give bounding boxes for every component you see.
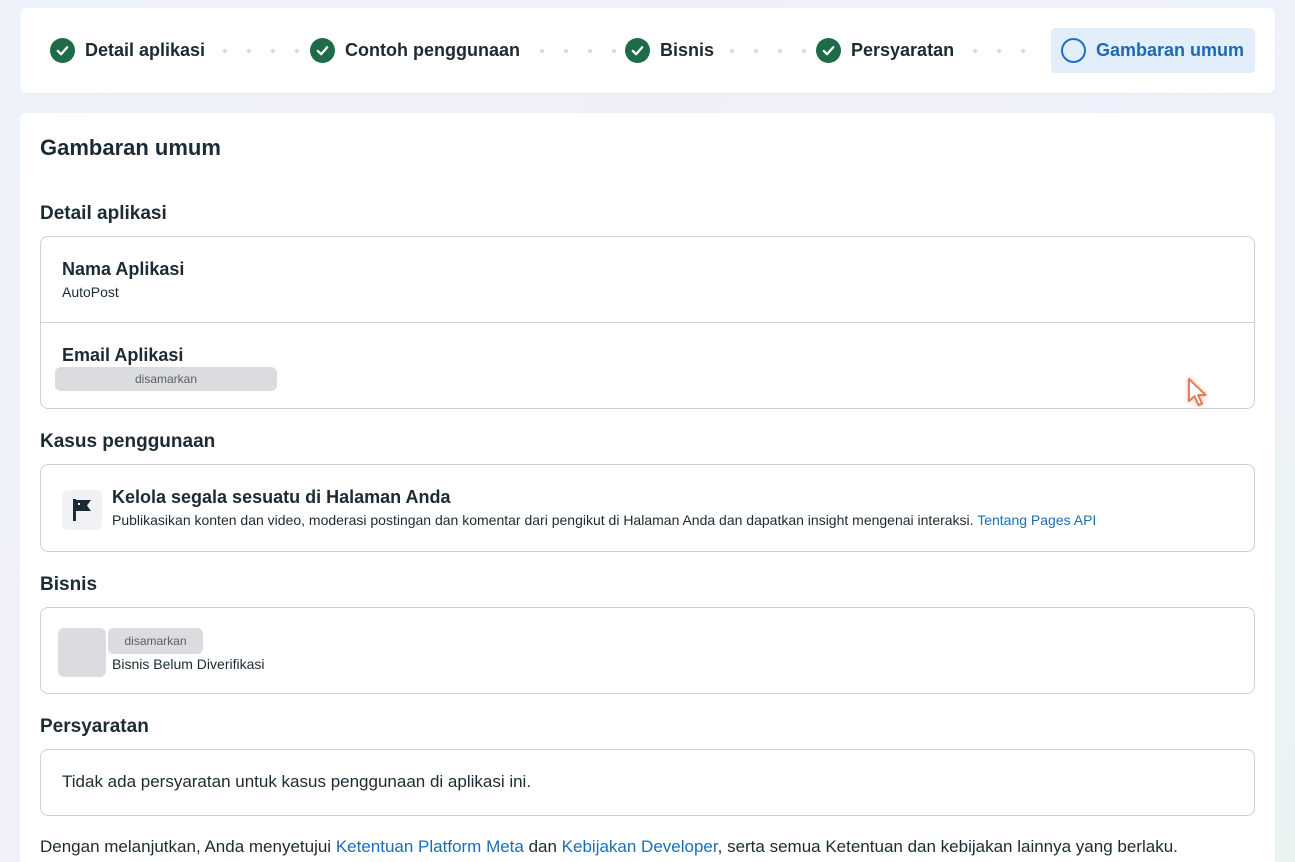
app-email-value: disamarkan [55,367,277,391]
checkmark-icon [50,38,75,63]
step-connector [223,49,299,53]
business-name: disamarkan [108,628,203,654]
step-label: Persyaratan [851,40,955,60]
step-label: Gambaran umum [1096,40,1245,60]
use-case-description-text: Publikasikan konten dan video, moderasi … [112,512,974,528]
use-case-card: Kelola segala sesuatu di Halaman Anda Pu… [40,464,1255,552]
step-label: Bisnis [660,40,715,60]
terms-notice: Dengan melanjutkan, Anda menyetujui Kete… [40,837,1178,857]
step-bisnis[interactable]: Bisnis [625,28,714,73]
business-card: disamarkan Bisnis Belum Diverifikasi [40,607,1255,694]
step-label: Contoh penggunaan [345,40,520,60]
section-title-business: Bisnis [40,574,98,595]
requirements-card: Tidak ada persyaratan untuk kasus penggu… [40,749,1255,816]
business-status: Bisnis Belum Diverifikasi [112,656,265,672]
step-connector [540,49,616,53]
section-title-requirements: Persyaratan [40,716,149,737]
step-contoh-penggunaan[interactable]: Contoh penggunaan [310,28,520,73]
step-label: Detail aplikasi [85,40,206,60]
app-email-label: Email Aplikasi [62,345,184,365]
section-title-use-case: Kasus penggunaan [40,431,216,452]
terms-text-after: , serta semua Ketentuan dan kebijakan la… [717,837,1178,856]
step-connector [730,49,806,53]
step-gambaran-umum[interactable]: Gambaran umum [1051,28,1255,73]
app-name-label: Nama Aplikasi [62,259,185,279]
step-detail-aplikasi[interactable]: Detail aplikasi [50,28,205,73]
step-connector [973,49,1025,53]
developer-policy-link[interactable]: Kebijakan Developer [562,837,718,856]
flag-icon [62,490,102,530]
step-persyaratan[interactable]: Persyaratan [816,28,954,73]
terms-text-middle: dan [523,837,562,856]
current-step-icon [1061,38,1086,63]
platform-terms-link[interactable]: Ketentuan Platform Meta [336,837,524,856]
requirements-text: Tidak ada persyaratan untuk kasus penggu… [62,772,532,791]
app-details-card: Nama Aplikasi AutoPost Email Aplikasi di… [40,236,1255,409]
progress-stepper: Detail aplikasi Contoh penggunaan Bisnis… [20,8,1275,93]
mouse-cursor-icon [1188,378,1207,406]
app-name-value: AutoPost [62,284,119,300]
pages-api-link[interactable]: Tentang Pages API [977,512,1096,528]
use-case-title: Kelola segala sesuatu di Halaman Anda [112,487,451,507]
divider [41,322,1254,323]
overview-panel: Gambaran umum Detail aplikasi Nama Aplik… [20,113,1275,862]
checkmark-icon [816,38,841,63]
page-title: Gambaran umum [40,135,221,160]
terms-text-before: Dengan melanjutkan, Anda menyetujui [40,837,336,856]
checkmark-icon [625,38,650,63]
checkmark-icon [310,38,335,63]
section-title-app-details: Detail aplikasi [40,203,167,224]
business-avatar [58,628,106,677]
use-case-description: Publikasikan konten dan video, moderasi … [112,512,1096,528]
